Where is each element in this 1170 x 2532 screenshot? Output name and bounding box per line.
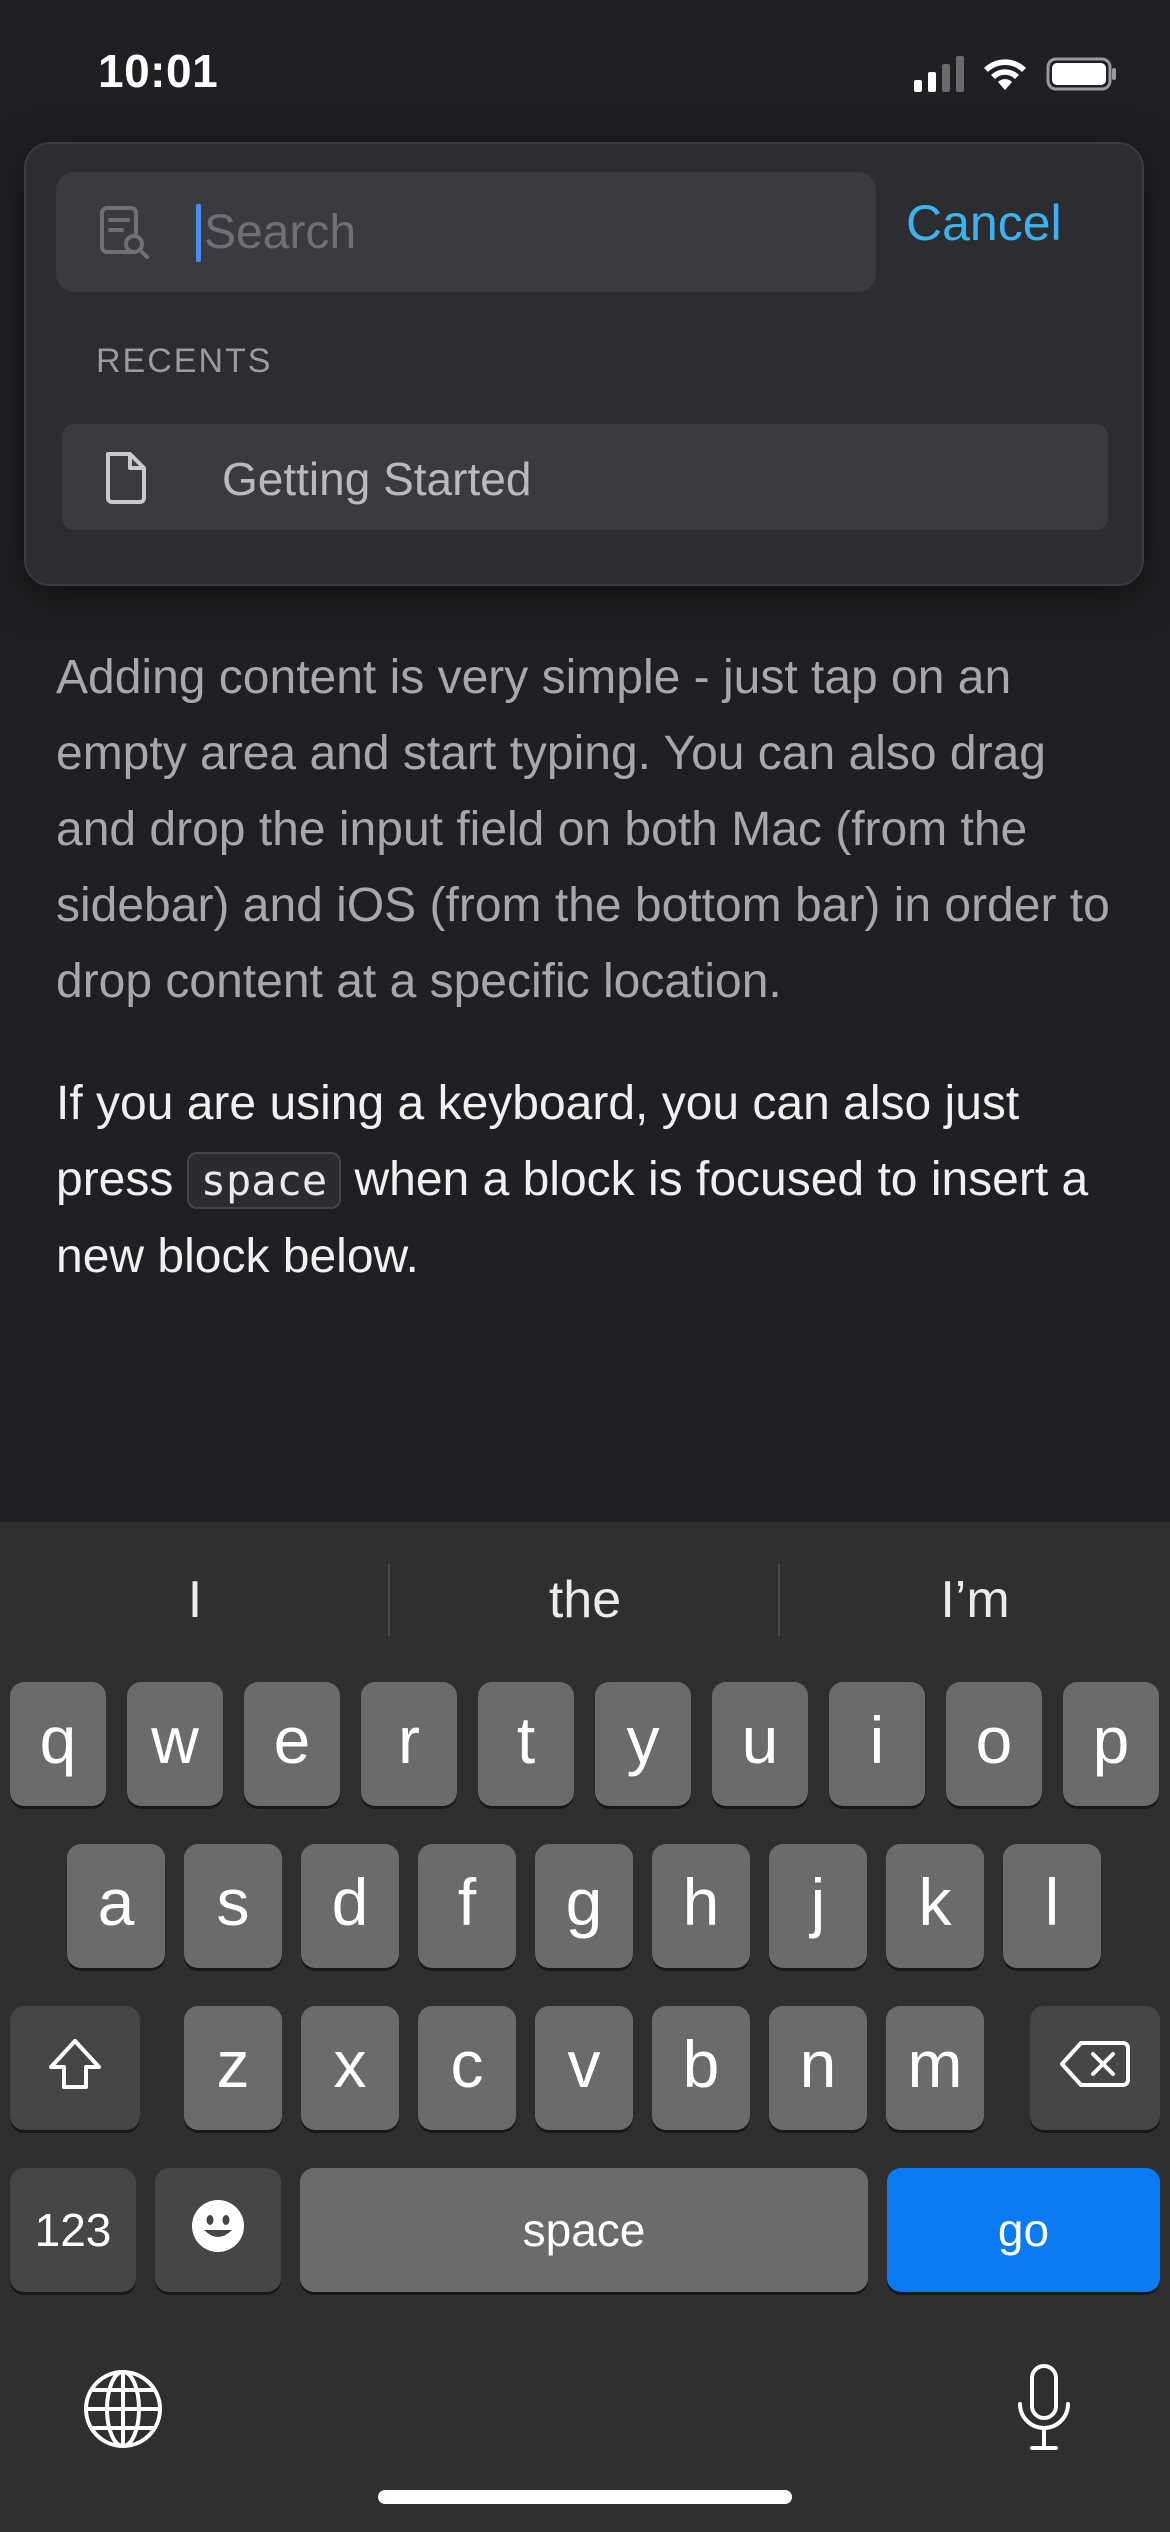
key-k[interactable]: k xyxy=(886,1844,984,1968)
key-z[interactable]: z xyxy=(184,2006,282,2130)
document-search-icon xyxy=(100,206,149,259)
key-s[interactable]: s xyxy=(184,1844,282,1968)
key-l[interactable]: l xyxy=(1003,1844,1101,1968)
status-time: 10:01 xyxy=(98,45,219,97)
recent-item-label: Getting Started xyxy=(222,453,532,505)
search-input[interactable] xyxy=(204,196,844,268)
key-m[interactable]: m xyxy=(886,2006,984,2130)
key-b[interactable]: b xyxy=(652,2006,750,2130)
key-p[interactable]: p xyxy=(1063,1682,1159,1806)
key-j[interactable]: j xyxy=(769,1844,867,1968)
key-d[interactable]: d xyxy=(301,1844,399,1968)
key-i[interactable]: i xyxy=(829,1682,925,1806)
wifi-icon xyxy=(984,59,1026,90)
keyboard: I the I’m q w e r t y u i o p a s d f g … xyxy=(0,1522,1170,2532)
key-t[interactable]: t xyxy=(478,1682,574,1806)
key-g[interactable]: g xyxy=(535,1844,633,1968)
key-n[interactable]: n xyxy=(769,2006,867,2130)
key-c[interactable]: c xyxy=(418,2006,516,2130)
delete-icon xyxy=(1060,2041,1130,2087)
screen: 10:01 Search Cancel RECENTS Getting Star… xyxy=(0,0,1170,2532)
key-x[interactable]: x xyxy=(301,2006,399,2130)
go-key[interactable]: go xyxy=(887,2168,1160,2292)
key-o[interactable]: o xyxy=(946,1682,1042,1806)
battery-icon xyxy=(1046,57,1116,91)
key-e[interactable]: e xyxy=(244,1682,340,1806)
search-field[interactable] xyxy=(56,172,876,292)
key-w[interactable]: w xyxy=(127,1682,223,1806)
key-q[interactable]: q xyxy=(10,1682,106,1806)
suggestion-item[interactable]: I’m xyxy=(780,1570,1170,1630)
key-y[interactable]: y xyxy=(595,1682,691,1806)
cellular-signal-icon xyxy=(914,56,964,92)
delete-key[interactable] xyxy=(1030,2006,1160,2130)
key-f[interactable]: f xyxy=(418,1844,516,1968)
paragraph-block[interactable]: Adding content is very simple - just tap… xyxy=(56,640,1116,1020)
key-r[interactable]: r xyxy=(361,1682,457,1806)
microphone-icon[interactable] xyxy=(1012,2362,1076,2454)
cancel-button[interactable]: Cancel xyxy=(906,194,1062,252)
recents-header: RECENTS xyxy=(96,342,273,380)
document-body: Adding content is very simple - just tap… xyxy=(56,640,1116,1295)
inline-code: space xyxy=(186,1152,342,1209)
space-key[interactable]: space xyxy=(300,2168,868,2292)
emoji-icon xyxy=(192,2200,244,2252)
key-a[interactable]: a xyxy=(67,1844,165,1968)
search-panel: Cancel RECENTS Getting Started xyxy=(24,142,1144,586)
recent-item[interactable]: Getting Started xyxy=(62,424,1108,530)
key-v[interactable]: v xyxy=(535,2006,633,2130)
key-h[interactable]: h xyxy=(652,1844,750,1968)
suggestion-item[interactable]: I xyxy=(0,1570,390,1630)
shift-icon xyxy=(49,2039,101,2089)
text-caret xyxy=(196,204,201,262)
document-icon xyxy=(106,452,146,504)
emoji-key[interactable] xyxy=(155,2168,281,2292)
numbers-key[interactable]: 123 xyxy=(10,2168,136,2292)
suggestion-bar: I the I’m xyxy=(0,1522,1170,1672)
status-bar: 10:01 xyxy=(0,0,1170,140)
shift-key[interactable] xyxy=(10,2006,140,2130)
home-indicator xyxy=(378,2490,792,2504)
status-icons xyxy=(914,56,1118,92)
suggestion-item[interactable]: the xyxy=(390,1570,780,1630)
paragraph-block[interactable]: If you are using a keyboard, you can als… xyxy=(56,1066,1116,1295)
globe-icon[interactable] xyxy=(82,2368,164,2450)
key-u[interactable]: u xyxy=(712,1682,808,1806)
